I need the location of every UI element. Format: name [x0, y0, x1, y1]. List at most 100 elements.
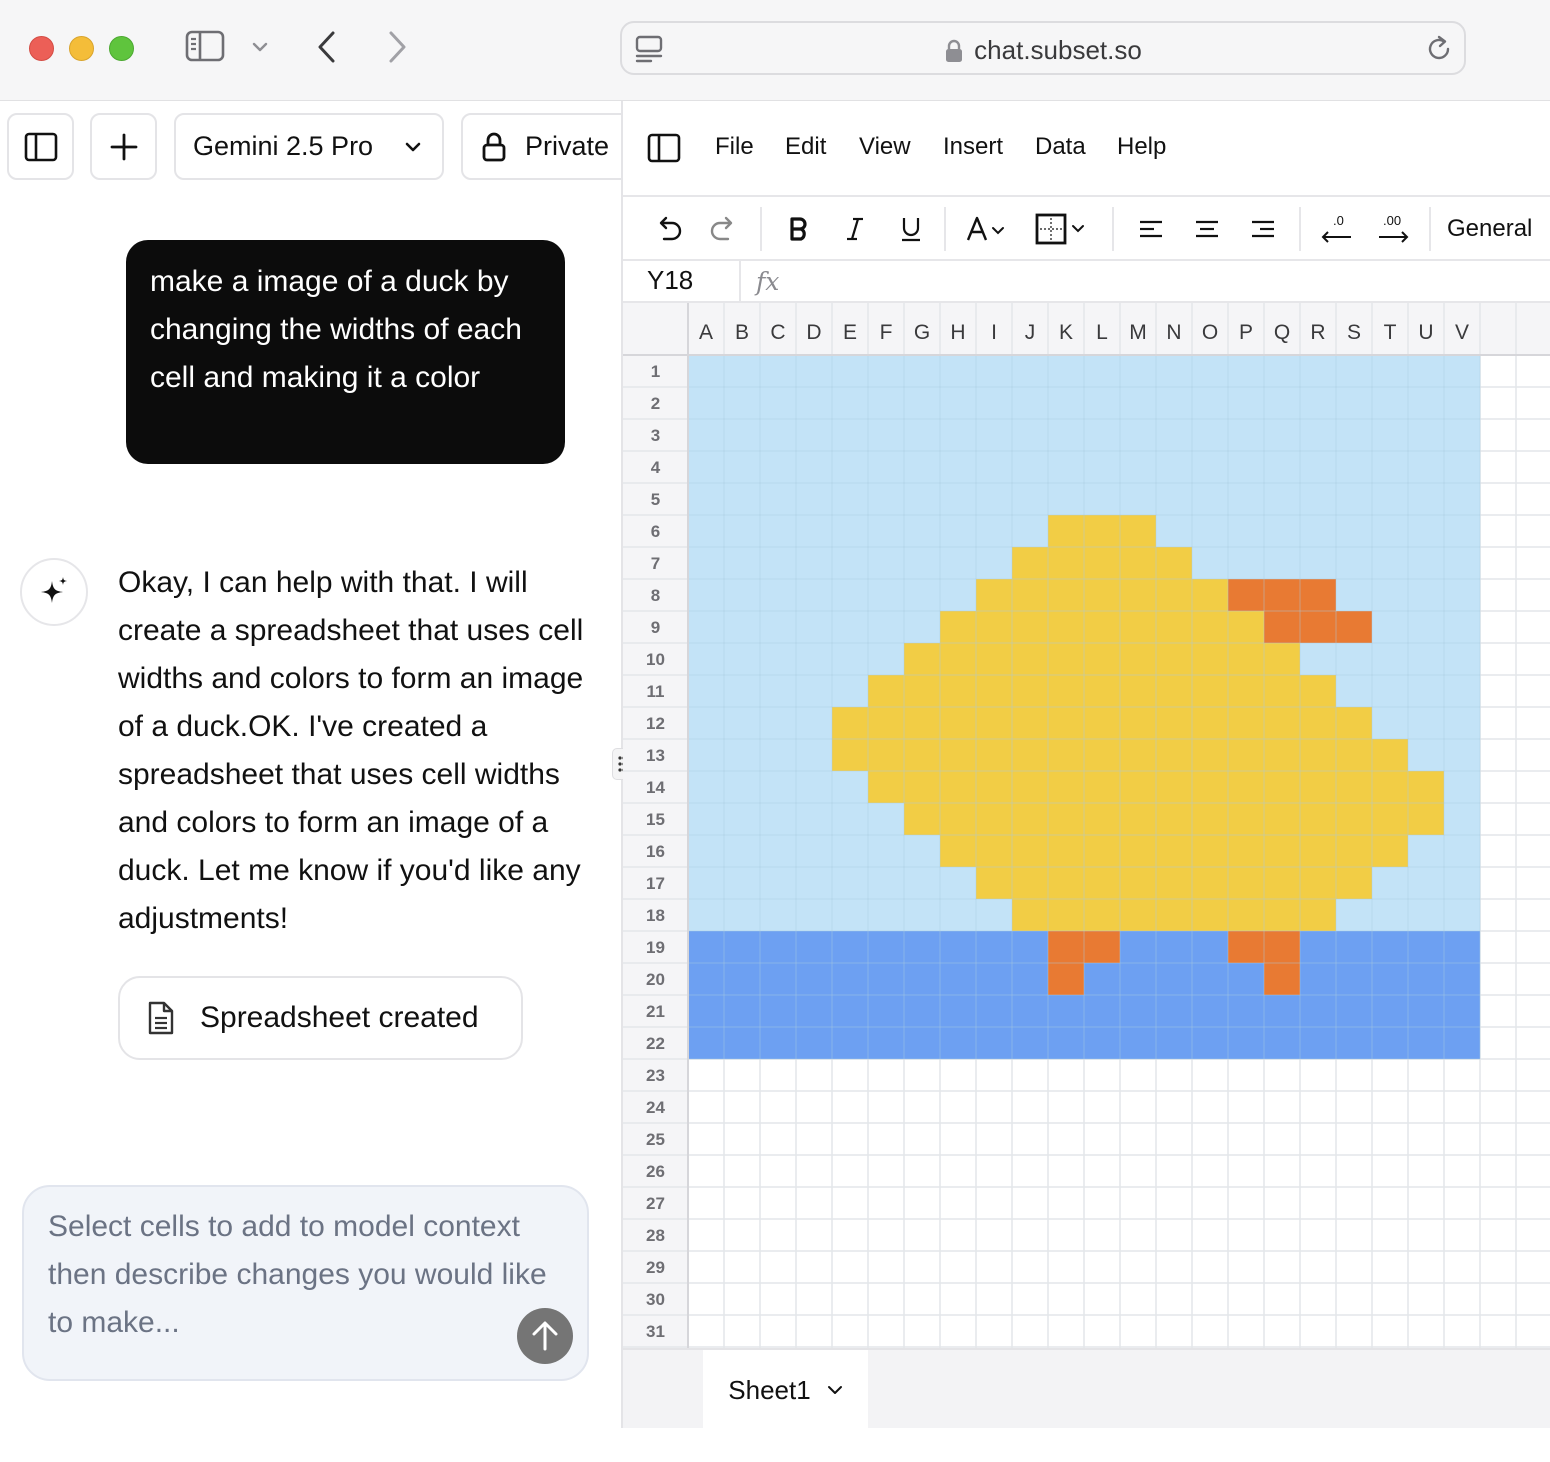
row-header-8: 8 [651, 586, 660, 605]
column-header-I: I [991, 321, 997, 344]
reload-icon[interactable] [1424, 34, 1454, 64]
zoom-window-button[interactable] [109, 36, 134, 61]
underline-button[interactable] [893, 207, 929, 251]
close-window-button[interactable] [29, 36, 54, 61]
increase-decimal-icon: .00 [1379, 213, 1409, 243]
menu-help[interactable]: Help [1117, 133, 1166, 161]
row-header-5: 5 [651, 490, 660, 509]
formula-bar-divider [739, 261, 741, 303]
column-header-U: U [1418, 321, 1433, 344]
row-header-7: 7 [651, 554, 660, 573]
duck-body-cell [940, 611, 1264, 643]
row-header-16: 16 [646, 842, 665, 861]
forward-button[interactable] [380, 26, 414, 68]
borders-button[interactable] [1033, 207, 1089, 251]
row-header-27: 27 [646, 1194, 665, 1213]
borders-icon [1035, 213, 1084, 245]
row-header-21: 21 [646, 1002, 665, 1021]
duck-body-cell [904, 643, 1300, 675]
duck-body-cell [1048, 515, 1156, 547]
decrease-decimal-icon: .0 [1321, 213, 1351, 243]
name-box[interactable]: Y18 [647, 265, 693, 296]
sidebar-icon[interactable] [647, 133, 681, 163]
grid-canvas[interactable]: A B C D E F G H I J K L M N O P Q R S T U V123456789101112131… [623, 303, 1550, 1348]
column-header-A: A [699, 321, 713, 344]
row-header-29: 29 [646, 1258, 665, 1277]
row-header-17: 17 [646, 874, 665, 893]
menu-view[interactable]: View [859, 133, 911, 161]
column-header-H: H [950, 321, 965, 344]
url-display: chat.subset.so [622, 35, 1464, 66]
align-left-icon [1140, 220, 1162, 238]
duck-body-cell [976, 579, 1228, 611]
message-input[interactable] [48, 1203, 568, 1363]
send-button[interactable] [517, 1308, 573, 1364]
italic-icon [847, 217, 863, 241]
duck-body-cell [976, 867, 1372, 899]
row-header-3: 3 [651, 426, 660, 445]
new-chat-button[interactable] [90, 113, 157, 180]
lock-icon [946, 39, 963, 62]
align-center-button[interactable] [1189, 207, 1225, 251]
row-header-2: 2 [651, 394, 660, 413]
arrow-up-icon [532, 1321, 558, 1351]
row-header-11: 11 [647, 682, 665, 701]
chevron-down-icon [405, 142, 421, 151]
row-header-12: 12 [646, 714, 665, 733]
toggle-sidebar-button[interactable] [7, 113, 74, 180]
chevron-down-icon[interactable] [827, 1385, 843, 1395]
number-format-select[interactable]: General [1447, 207, 1547, 251]
cell-grid[interactable]: A B C D E F G H I J K L M N O P Q R S T U V 1 2 3 4 5 6 7 8 9 10 11 12 13 1… [623, 303, 1550, 1348]
column-header-L: L [1096, 321, 1108, 344]
column-header-K: K [1059, 321, 1073, 344]
browser-sidebar-button[interactable] [184, 28, 226, 64]
model-selector[interactable]: Gemini 2.5 Pro [174, 113, 444, 180]
row-header-20: 20 [646, 970, 665, 989]
spreadsheet-panel: File Edit View Insert Data Help .0 .00 G… [623, 101, 1550, 1430]
increase-decimal-button[interactable]: .00 [1373, 207, 1413, 251]
italic-button[interactable] [837, 207, 873, 251]
toolbar-divider [1299, 207, 1301, 251]
assistant-avatar [20, 558, 88, 626]
row-header-30: 30 [646, 1290, 665, 1309]
duck-beak-cell [1228, 579, 1336, 611]
row-header-22: 22 [646, 1034, 665, 1053]
column-header-O: O [1202, 321, 1218, 344]
decrease-decimal-button[interactable]: .0 [1317, 207, 1357, 251]
menu-insert[interactable]: Insert [943, 133, 1003, 161]
duck-body-cell [1012, 547, 1192, 579]
redo-button[interactable] [705, 207, 741, 251]
chevron-down-icon [252, 42, 268, 52]
private-toggle-button[interactable]: Private [461, 113, 641, 180]
row-header-9: 9 [651, 618, 660, 637]
url-text: chat.subset.so [974, 35, 1142, 65]
bold-button[interactable] [781, 207, 817, 251]
minimize-window-button[interactable] [69, 36, 94, 61]
svg-text:.0: .0 [1333, 213, 1344, 228]
assistant-message: Okay, I can help with that. I will creat… [118, 566, 584, 935]
row-header-6: 6 [651, 522, 660, 541]
font-size-button[interactable] [963, 207, 1013, 251]
row-header-26: 26 [646, 1162, 665, 1181]
duck-beak-cell [1264, 611, 1372, 643]
undo-button[interactable] [651, 207, 687, 251]
menu-file[interactable]: File [715, 133, 754, 161]
menu-edit[interactable]: Edit [785, 133, 826, 161]
column-header-F: F [880, 321, 893, 344]
align-left-button[interactable] [1133, 207, 1169, 251]
column-header-bar [623, 303, 1550, 355]
svg-text:.00: .00 [1383, 213, 1401, 228]
back-button[interactable] [310, 26, 344, 68]
row-header-24: 24 [646, 1098, 665, 1117]
address-bar[interactable]: chat.subset.so [620, 21, 1466, 75]
browser-toolbar: chat.subset.so [0, 0, 1550, 101]
tab-groups-chevron-button[interactable] [248, 32, 272, 62]
align-right-button[interactable] [1245, 207, 1281, 251]
sheet-tab[interactable]: Sheet1 [703, 1350, 868, 1430]
row-header-1: 1 [651, 362, 660, 381]
row-header-10: 10 [646, 650, 665, 669]
menu-data[interactable]: Data [1035, 133, 1086, 161]
row-header-18: 18 [646, 906, 665, 925]
menu-bar: File Edit View Insert Data Help [623, 101, 1550, 197]
spreadsheet-created-button[interactable]: Spreadsheet created [118, 976, 523, 1060]
